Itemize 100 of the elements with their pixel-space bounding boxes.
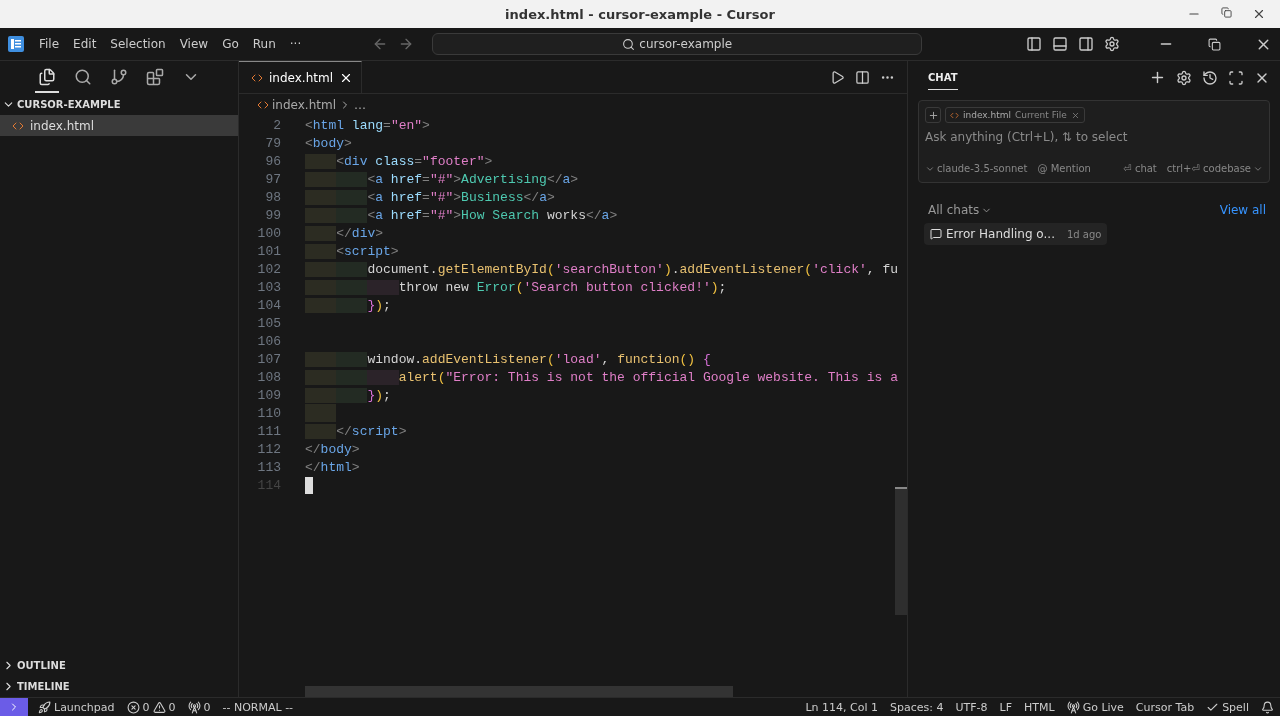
menu-item[interactable]: Selection: [103, 37, 173, 51]
scrollbar[interactable]: [305, 686, 733, 697]
line-number: 112: [256, 441, 281, 457]
section-title: OUTLINE: [17, 660, 66, 671]
chat-tab[interactable]: CHAT: [928, 65, 958, 90]
bottom-panel-icon[interactable]: [1052, 36, 1068, 52]
launchpad-button[interactable]: Launchpad: [32, 700, 121, 714]
line-number: 110: [256, 405, 281, 421]
line-number: 111: [256, 423, 281, 439]
section-header[interactable]: TIMELINE: [0, 676, 238, 697]
status-item[interactable]: LF: [993, 700, 1018, 714]
right-panel-icon[interactable]: [1078, 36, 1094, 52]
menu-item[interactable]: ···: [282, 37, 309, 51]
window-title: index.html - cursor-example - Cursor: [505, 6, 775, 22]
line-number: 103: [256, 279, 281, 295]
line-number: 79: [264, 135, 281, 151]
menu-item[interactable]: Edit: [66, 37, 104, 51]
code-icon: [257, 99, 269, 111]
chat-title: Error Handling o...: [946, 227, 1055, 241]
section-header[interactable]: CURSOR-EXAMPLE: [0, 94, 238, 115]
bell-icon: [1261, 700, 1274, 714]
scrollbar[interactable]: [895, 487, 907, 615]
rocket-icon: [38, 700, 51, 714]
codebase-button[interactable]: ctrl+⏎ codebase: [1166, 163, 1263, 174]
run-icon[interactable]: [830, 69, 845, 85]
add-context-button[interactable]: [925, 107, 941, 123]
app-logo: [8, 36, 24, 52]
breadcrumb-item[interactable]: …: [354, 98, 366, 112]
problems-button[interactable]: 0 0: [120, 700, 182, 714]
error-count: 0: [142, 700, 150, 714]
warning-count: 0: [168, 700, 176, 714]
files-icon: [38, 68, 56, 86]
chat-time: 1d ago: [1066, 228, 1102, 240]
context-chip[interactable]: index.html Current File: [945, 107, 1085, 123]
menu-item[interactable]: View: [172, 37, 216, 51]
mention-button[interactable]: @ Mention: [1037, 163, 1091, 174]
chip-file: index.html: [963, 110, 1011, 120]
status-item[interactable]: Spaces: 4: [884, 700, 950, 714]
section-header[interactable]: OUTLINE: [0, 655, 238, 676]
search-field[interactable]: cursor-example: [432, 33, 923, 55]
menu-item[interactable]: Go: [215, 37, 246, 51]
view-all-link[interactable]: View all: [1219, 203, 1266, 217]
status-item[interactable]: -- NORMAL --: [216, 700, 300, 714]
line-number: 113: [256, 459, 281, 475]
code-icon: [950, 110, 959, 120]
chat-history-item[interactable]: Error Handling o... 1d ago: [924, 223, 1108, 245]
line-number: 97: [264, 171, 281, 187]
blocks-icon: [146, 68, 164, 86]
ports-button[interactable]: 0: [181, 700, 217, 714]
code-line: <html lang="en">: [305, 117, 430, 133]
line-number: 106: [256, 333, 281, 349]
line-number: 108: [256, 369, 281, 385]
branch-icon: [110, 68, 128, 86]
error-icon: [126, 700, 140, 714]
breadcrumb-item[interactable]: index.html: [272, 98, 336, 112]
split-editor-icon[interactable]: [855, 69, 870, 85]
restore-icon[interactable]: [1208, 37, 1221, 51]
line-number: 102: [256, 261, 281, 277]
close-icon[interactable]: [1252, 7, 1266, 21]
go-live-button[interactable]: Go Live: [1060, 700, 1130, 714]
plus-icon: [927, 109, 939, 121]
chip-label: Current File: [1015, 110, 1067, 120]
history-filter[interactable]: All chats: [928, 203, 993, 217]
status-item[interactable]: Ln 114, Col 1: [799, 700, 884, 714]
remote-button[interactable]: [0, 697, 28, 716]
line-number: 109: [256, 387, 281, 403]
tree-row[interactable]: index.html: [0, 115, 238, 136]
left-panel-icon[interactable]: [1026, 36, 1042, 52]
chat-input[interactable]: Ask anything (Ctrl+L), ⇅ to select: [925, 127, 1263, 147]
section-title: CURSOR-EXAMPLE: [17, 99, 121, 110]
line-number: 100: [256, 225, 281, 241]
line-number: 101: [256, 243, 281, 259]
status-item[interactable]: HTML: [1018, 700, 1061, 714]
search-icon: [74, 68, 92, 86]
status-item[interactable]: UTF-8: [949, 700, 994, 714]
message-icon: [930, 228, 942, 240]
line-number: 96: [264, 153, 281, 169]
settings-icon[interactable]: [1104, 36, 1120, 52]
status-item[interactable]: Cursor Tab: [1129, 700, 1201, 714]
line-number: 105: [256, 315, 281, 331]
maximize-icon[interactable]: [1228, 69, 1244, 86]
text-cursor: [305, 476, 313, 494]
antenna-icon: [1066, 700, 1080, 714]
menu-item[interactable]: File: [32, 37, 67, 51]
editor-tab[interactable]: index.html: [239, 61, 362, 93]
line-number: 99: [264, 207, 281, 223]
add-icon[interactable]: [1149, 69, 1166, 86]
warning-icon: [152, 700, 166, 714]
menu-item[interactable]: Run: [245, 37, 283, 51]
code-line: </html>: [305, 459, 360, 475]
antenna-icon: [187, 700, 201, 714]
line-number: 104: [256, 297, 281, 313]
spell-button[interactable]: Spell: [1200, 700, 1255, 714]
settings-icon[interactable]: [1176, 69, 1192, 86]
search-icon: [622, 37, 636, 51]
history-icon[interactable]: [1202, 69, 1218, 86]
code-line: </body>: [305, 441, 360, 457]
line-number: 107: [256, 351, 281, 367]
model-selector[interactable]: claude-3.5-sonnet: [925, 163, 1028, 174]
chat-button[interactable]: ⏎ chat: [1123, 163, 1157, 174]
